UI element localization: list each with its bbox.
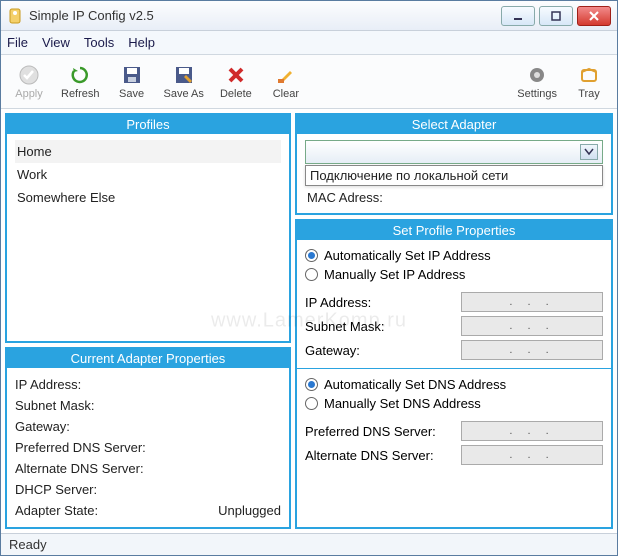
alt-dns-label: Alternate DNS Server: — [15, 461, 144, 476]
toolbar: Apply Refresh Save Save As Delete Clear … — [1, 55, 617, 109]
settings-label: Settings — [517, 88, 557, 100]
radio-icon — [305, 249, 318, 262]
apply-button[interactable]: Apply — [7, 58, 51, 106]
content-area: www.LamerKomp.ru Profiles Home Work Some… — [1, 109, 617, 533]
tray-button[interactable]: Tray — [567, 58, 611, 106]
app-window: Simple IP Config v2.5 File View Tools He… — [0, 0, 618, 556]
pref-dns-input[interactable]: . . . — [461, 421, 603, 441]
state-value: Unplugged — [218, 503, 281, 518]
auto-dns-radio[interactable]: Automatically Set DNS Address — [305, 375, 603, 394]
window-title: Simple IP Config v2.5 — [29, 8, 501, 23]
ip-label: IP Address: — [15, 377, 81, 392]
subnet-input[interactable]: . . . — [461, 316, 603, 336]
state-label: Adapter State: — [15, 503, 98, 518]
manual-ip-label: Manually Set IP Address — [324, 267, 465, 282]
auto-ip-label: Automatically Set IP Address — [324, 248, 491, 263]
titlebar: Simple IP Config v2.5 — [1, 1, 617, 31]
dhcp-label: DHCP Server: — [15, 482, 97, 497]
alt-dns-field-label: Alternate DNS Server: — [305, 448, 434, 463]
maximize-button[interactable] — [539, 6, 573, 26]
save-label: Save — [119, 88, 144, 100]
close-button[interactable] — [577, 6, 611, 26]
menu-file[interactable]: File — [7, 35, 28, 50]
apply-label: Apply — [15, 88, 43, 100]
gateway-label: Gateway: — [15, 419, 70, 434]
pref-dns-field-label: Preferred DNS Server: — [305, 424, 436, 439]
clear-button[interactable]: Clear — [264, 58, 308, 106]
current-adapter-header: Current Adapter Properties — [7, 349, 289, 368]
manual-dns-radio[interactable]: Manually Set DNS Address — [305, 394, 603, 413]
settings-button[interactable]: Settings — [513, 58, 561, 106]
save-as-label: Save As — [164, 88, 204, 100]
clear-label: Clear — [273, 88, 299, 100]
select-adapter-panel: Select Adapter Подключение по локальной … — [295, 113, 613, 215]
gateway-field-label: Gateway: — [305, 343, 360, 358]
menu-help[interactable]: Help — [128, 35, 155, 50]
menubar: File View Tools Help — [1, 31, 617, 55]
current-adapter-body: IP Address: Subnet Mask: Gateway: Prefer… — [7, 368, 289, 527]
mac-row: MAC Adress: — [305, 188, 603, 207]
pref-dns-label: Preferred DNS Server: — [15, 440, 146, 455]
statusbar: Ready — [1, 533, 617, 555]
delete-button[interactable]: Delete — [214, 58, 258, 106]
subnet-label: Subnet Mask: — [15, 398, 95, 413]
refresh-button[interactable]: Refresh — [57, 58, 104, 106]
chevron-down-icon — [580, 144, 598, 160]
profile-item[interactable]: Somewhere Else — [15, 186, 281, 209]
subnet-field-label: Subnet Mask: — [305, 319, 385, 334]
check-icon — [18, 64, 40, 86]
auto-ip-radio[interactable]: Automatically Set IP Address — [305, 246, 603, 265]
radio-icon — [305, 378, 318, 391]
save-as-button[interactable]: Save As — [160, 58, 208, 106]
delete-label: Delete — [220, 88, 252, 100]
set-profile-header: Set Profile Properties — [297, 221, 611, 240]
current-adapter-panel: Current Adapter Properties IP Address: S… — [5, 347, 291, 529]
save-as-icon — [173, 64, 195, 86]
delete-icon — [225, 64, 247, 86]
refresh-label: Refresh — [61, 88, 100, 100]
adapter-combo[interactable] — [305, 140, 603, 164]
tray-label: Tray — [578, 88, 600, 100]
refresh-icon — [69, 64, 91, 86]
radio-icon — [305, 268, 318, 281]
profile-item[interactable]: Home — [15, 140, 281, 163]
profiles-panel: Profiles Home Work Somewhere Else — [5, 113, 291, 343]
save-button[interactable]: Save — [110, 58, 154, 106]
set-profile-panel: Set Profile Properties Automatically Set… — [295, 219, 613, 529]
menu-tools[interactable]: Tools — [84, 35, 114, 50]
status-text: Ready — [9, 537, 47, 552]
manual-ip-radio[interactable]: Manually Set IP Address — [305, 265, 603, 284]
divider — [297, 368, 611, 369]
save-icon — [121, 64, 143, 86]
mac-label: MAC Adress: — [307, 190, 383, 205]
tray-icon — [578, 64, 600, 86]
auto-dns-label: Automatically Set DNS Address — [324, 377, 506, 392]
ip-field-label: IP Address: — [305, 295, 371, 310]
radio-icon — [305, 397, 318, 410]
menu-view[interactable]: View — [42, 35, 70, 50]
adapter-dropdown-item[interactable]: Подключение по локальной сети — [305, 165, 603, 186]
minimize-button[interactable] — [501, 6, 535, 26]
ip-input[interactable]: . . . — [461, 292, 603, 312]
profiles-list[interactable]: Home Work Somewhere Else — [7, 134, 289, 341]
clear-icon — [275, 64, 297, 86]
alt-dns-input[interactable]: . . . — [461, 445, 603, 465]
window-controls — [501, 6, 611, 26]
profiles-header: Profiles — [7, 115, 289, 134]
select-adapter-header: Select Adapter — [297, 115, 611, 134]
profile-item[interactable]: Work — [15, 163, 281, 186]
manual-dns-label: Manually Set DNS Address — [324, 396, 481, 411]
app-icon — [7, 8, 23, 24]
gateway-input[interactable]: . . . — [461, 340, 603, 360]
gear-icon — [526, 64, 548, 86]
